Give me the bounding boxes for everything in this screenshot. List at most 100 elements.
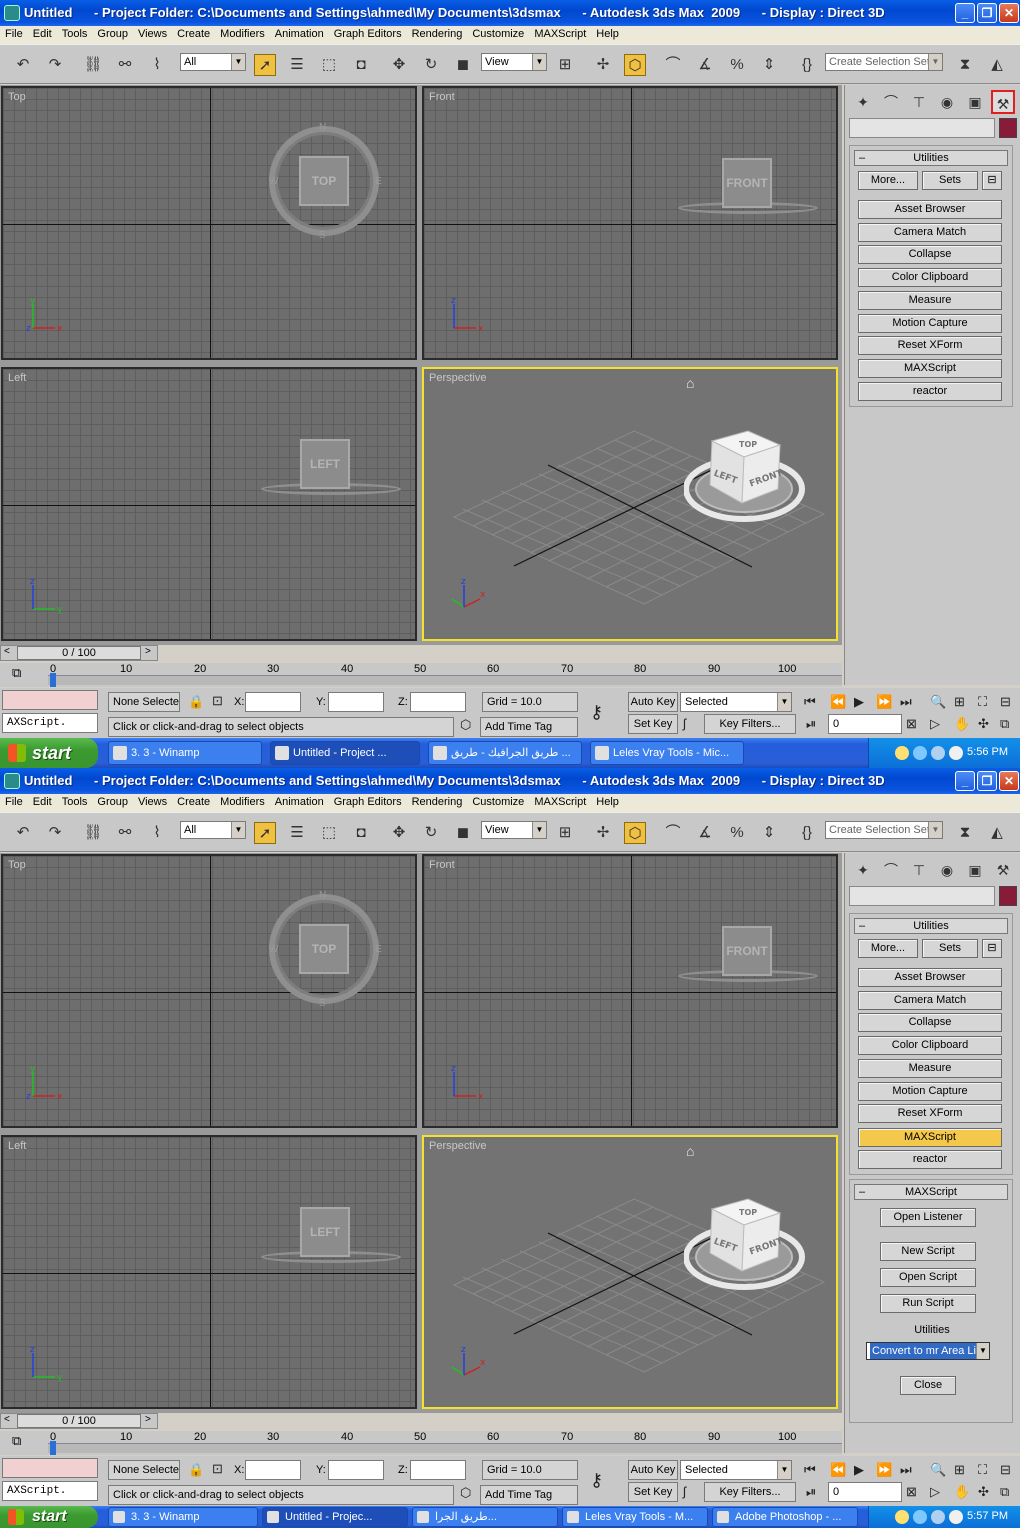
create-tab-icon[interactable]: ✦: [851, 90, 875, 114]
absolute-mode-icon[interactable]: ⊡: [212, 693, 223, 709]
maxscript-mini-listener-top[interactable]: [2, 690, 98, 710]
chevron-right-icon[interactable]: >: [145, 646, 151, 657]
zoom-all-icon[interactable]: ⊞: [954, 694, 965, 710]
redo-icon[interactable]: ↷: [44, 822, 66, 844]
track-bar[interactable]: ⧉ 0 10 20 30 40 50 60 70 80 90 100: [0, 1431, 842, 1455]
asset-browser-button[interactable]: Asset Browser: [858, 968, 1002, 987]
taskbar-item-photoshop[interactable]: Adobe Photoshop - ...: [712, 1507, 858, 1527]
taskbar-item-3dsmax[interactable]: Untitled - Project ...: [270, 741, 420, 765]
key-filters-button[interactable]: Key Filters...: [704, 714, 796, 734]
sets-button[interactable]: Sets: [922, 171, 978, 190]
time-tag-icon[interactable]: ⬡: [460, 717, 471, 733]
viewport-label[interactable]: Left: [8, 1140, 26, 1152]
go-to-end-icon[interactable]: ⏭: [900, 1462, 912, 1478]
menu-file[interactable]: File: [0, 794, 28, 808]
modify-tab-icon[interactable]: ⌒: [879, 858, 903, 882]
viewcube[interactable]: LEFT: [300, 1207, 350, 1257]
hierarchy-tab-icon[interactable]: ⊤: [907, 858, 931, 882]
edit-named-selection-icon[interactable]: {}: [796, 822, 818, 844]
reset-xform-button[interactable]: Reset XForm: [858, 336, 1002, 355]
chevron-left-icon[interactable]: <: [4, 646, 10, 657]
orbit-icon[interactable]: ✣: [978, 1484, 989, 1500]
select-by-name-icon[interactable]: ☰: [286, 54, 308, 76]
modify-tab-icon[interactable]: ⌒: [879, 90, 903, 114]
camera-match-button[interactable]: Camera Match: [858, 223, 1002, 242]
minimize-button[interactable]: _: [955, 3, 975, 23]
select-object-icon[interactable]: ➚: [254, 54, 276, 76]
object-color-swatch[interactable]: [999, 118, 1017, 138]
motion-capture-button[interactable]: Motion Capture: [858, 314, 1002, 333]
reference-coordinate-dropdown[interactable]: View ▼: [481, 821, 547, 839]
maximize-button[interactable]: ❐: [977, 3, 997, 23]
start-button[interactable]: start: [0, 1506, 98, 1528]
motion-capture-button[interactable]: Motion Capture: [858, 1082, 1002, 1101]
menu-rendering[interactable]: Rendering: [407, 26, 468, 40]
keyboard-shortcut-override-icon[interactable]: ⬡: [624, 54, 646, 76]
track-bar[interactable]: ⧉ 0 10 20 30 40 50 60 70 80 90 100: [0, 663, 842, 687]
menu-rendering[interactable]: Rendering: [407, 794, 468, 808]
measure-button[interactable]: Measure: [858, 291, 1002, 310]
previous-frame-icon[interactable]: ⏪: [830, 1462, 846, 1478]
maxscript-mini-listener-top[interactable]: [2, 1458, 98, 1478]
configure-button-sets-icon[interactable]: ⊟: [982, 939, 1002, 958]
spinner-snap-icon[interactable]: ⇕: [758, 822, 780, 844]
taskbar-item-winamp[interactable]: 3. 3 - Winamp: [108, 741, 262, 765]
reactor-button[interactable]: reactor: [858, 1150, 1002, 1169]
add-time-tag-button[interactable]: Add Time Tag: [480, 1485, 578, 1505]
set-key-icon[interactable]: ⚷: [590, 702, 603, 723]
absolute-mode-icon[interactable]: ⊡: [212, 1461, 223, 1477]
close-button[interactable]: Close: [900, 1376, 956, 1395]
key-mode-toggle-icon[interactable]: ⏯: [806, 1484, 816, 1500]
menu-create[interactable]: Create: [172, 794, 215, 808]
named-selection-set-dropdown[interactable]: Create Selection Set ▼: [825, 53, 943, 71]
display-tab-icon[interactable]: ▣: [963, 858, 987, 882]
viewport-perspective[interactable]: Perspective ⌂ TOP LEFT FRONT x z: [422, 1135, 838, 1409]
viewport-front[interactable]: Front FRONT xz: [422, 854, 838, 1128]
utilities-dropdown[interactable]: Convert to mr Area Li ▼: [866, 1342, 990, 1360]
track-bar-ruler[interactable]: [48, 675, 842, 685]
new-script-button[interactable]: New Script: [880, 1242, 976, 1261]
set-key-button[interactable]: Set Key: [628, 1482, 678, 1502]
viewcube[interactable]: FRONT: [722, 158, 772, 208]
utilities-tab-hammer-icon[interactable]: ⚒: [991, 90, 1015, 114]
select-and-move-icon[interactable]: ✥: [388, 822, 410, 844]
y-coordinate-field[interactable]: [328, 1460, 384, 1480]
orbit-icon[interactable]: ✣: [978, 716, 989, 732]
system-clock[interactable]: 5:57 PM: [967, 1510, 1008, 1522]
menu-maxscript[interactable]: MAXScript: [529, 26, 591, 40]
menu-customize[interactable]: Customize: [467, 794, 529, 808]
time-slider-thumb[interactable]: 0 / 100: [17, 646, 141, 660]
select-and-move-icon[interactable]: ✥: [388, 54, 410, 76]
tray-icon[interactable]: [895, 1510, 909, 1524]
display-tab-icon[interactable]: ▣: [963, 90, 987, 114]
y-coordinate-field[interactable]: [328, 692, 384, 712]
viewport-perspective[interactable]: Perspective ⌂ TOP LEFT FRONT x z: [422, 367, 838, 641]
tray-icon[interactable]: [913, 1510, 927, 1524]
viewport-left[interactable]: Left LEFT yz: [1, 367, 417, 641]
camera-match-button[interactable]: Camera Match: [858, 991, 1002, 1010]
spinner-snap-icon[interactable]: ⇕: [758, 54, 780, 76]
zoom-extents-icon[interactable]: ⛶: [978, 694, 987, 710]
taskbar-item-browser[interactable]: طريق الجرافيك - طريق ...: [428, 741, 582, 765]
next-frame-icon[interactable]: ⏩: [876, 694, 892, 710]
motion-tab-icon[interactable]: ◉: [935, 90, 959, 114]
chevron-left-icon[interactable]: <: [4, 1414, 10, 1425]
rectangular-selection-icon[interactable]: ⬚: [318, 54, 340, 76]
auto-key-button[interactable]: Auto Key: [628, 692, 678, 712]
redo-icon[interactable]: ↷: [44, 54, 66, 76]
utilities-rollout-header[interactable]: – Utilities: [854, 150, 1008, 166]
pan-icon[interactable]: ✋: [954, 716, 970, 732]
color-clipboard-button[interactable]: Color Clipboard: [858, 268, 1002, 287]
reset-xform-button[interactable]: Reset XForm: [858, 1104, 1002, 1123]
key-mode-toggle-icon[interactable]: ⏯: [806, 716, 816, 732]
menu-tools[interactable]: Tools: [57, 794, 93, 808]
set-key-icon[interactable]: ⚷: [590, 1470, 603, 1491]
asset-browser-button[interactable]: Asset Browser: [858, 200, 1002, 219]
mini-curve-editor-icon[interactable]: ⧉: [12, 665, 21, 681]
mirror-icon[interactable]: ⧗: [954, 822, 976, 844]
time-slider[interactable]: < 0 / 100 >: [0, 645, 158, 661]
select-and-rotate-icon[interactable]: ↻: [420, 822, 442, 844]
mini-curve-editor-icon[interactable]: ⧉: [12, 1433, 21, 1449]
viewport-label[interactable]: Front: [429, 859, 455, 871]
utilities-rollout-header[interactable]: – Utilities: [854, 918, 1008, 934]
